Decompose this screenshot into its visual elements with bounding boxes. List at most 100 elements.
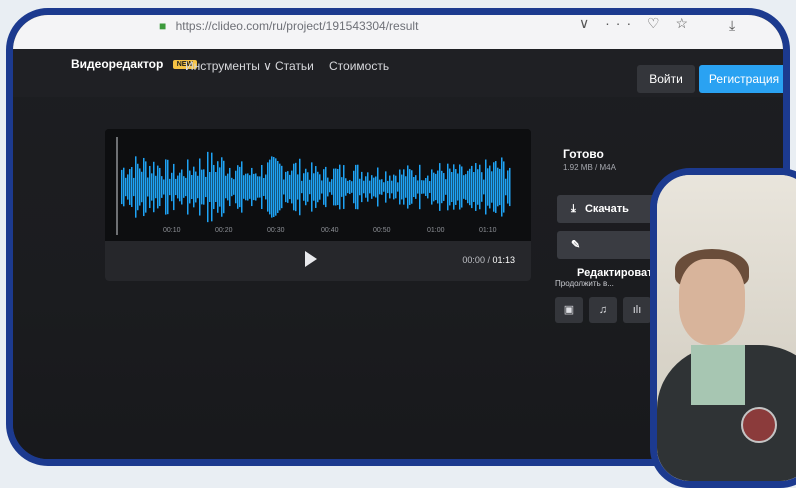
audio-player: 00:10 00:20 00:30 00:40 00:50 01:00 01:1… [105, 129, 531, 281]
waveform-bar [413, 176, 415, 198]
waveform-bar [145, 161, 147, 213]
waveform-bar [211, 152, 213, 222]
waveform-bar [481, 172, 483, 202]
waveform-bar [283, 179, 285, 195]
tick-label: 01:00 [427, 227, 445, 234]
waveform-bar [453, 164, 455, 210]
waveform-bar [347, 180, 349, 194]
nav-tools[interactable]: Инструменты ∨ [185, 59, 272, 73]
waveform-bar [459, 164, 461, 210]
waveform-bar [377, 167, 379, 207]
waveform-bar [421, 180, 423, 194]
waveform-bar [133, 177, 135, 197]
waveform-bar [163, 179, 165, 195]
continue-music-button[interactable]: ♫ [589, 297, 617, 323]
waveform-bar [323, 169, 325, 205]
waveform-bar [153, 161, 155, 213]
tick-label: 00:20 [215, 227, 233, 234]
lock-icon: ■ [159, 19, 167, 33]
music-icon: ♫ [598, 304, 608, 316]
waveform-bar [227, 173, 229, 201]
waveform-bar [285, 171, 287, 203]
waveform-bar [485, 159, 487, 215]
waveform-bar [271, 156, 273, 218]
waveform-bar [245, 173, 247, 201]
waveform-bar [207, 151, 209, 223]
waveform-bar [503, 161, 505, 213]
waveform-bar [501, 157, 503, 217]
waveform-bar [365, 176, 367, 198]
audio-wave-icon: ılı [632, 304, 642, 316]
waveform-bar [215, 172, 217, 202]
waveform-bar [393, 174, 395, 200]
waveform-bar [507, 170, 509, 204]
waveform-bar [273, 156, 275, 218]
waveform-bar [425, 178, 427, 196]
video-icon: ▣ [563, 304, 575, 316]
pencil-icon: ✎ [571, 239, 581, 251]
waveform-bar [159, 167, 161, 207]
waveform-bar [387, 180, 389, 194]
continue-audio-button[interactable]: ılı [623, 297, 651, 323]
waveform-bar [391, 180, 393, 194]
waveform-bar [429, 181, 431, 193]
tick-label: 00:50 [373, 227, 391, 234]
download-icon: ⤓ [571, 203, 576, 215]
waveform-bar [363, 180, 365, 194]
play-icon[interactable] [305, 251, 317, 267]
waveform-bar [369, 180, 371, 194]
browser-download-icon[interactable]: ⤓ [729, 17, 735, 34]
status-title: Готово [563, 147, 604, 161]
waveform-bar [289, 174, 291, 200]
waveform-bar [201, 169, 203, 205]
photo-person-face [679, 259, 745, 345]
waveform-bar [401, 174, 403, 200]
waveform-area[interactable]: 00:10 00:20 00:30 00:40 00:50 01:00 01:1… [105, 129, 531, 241]
download-label: Скачать [584, 203, 629, 215]
waveform-bar [493, 162, 495, 212]
waveform-bar [487, 168, 489, 206]
waveform-bar [199, 158, 201, 216]
waveform-bar [333, 168, 335, 206]
waveform-bar [431, 169, 433, 205]
waveform-bar [483, 179, 485, 195]
waveform-bar [371, 175, 373, 199]
waveform-bar [223, 160, 225, 214]
waveform-bar [349, 179, 351, 195]
waveform-bar [461, 166, 463, 208]
continue-video-button[interactable]: ▣ [555, 297, 583, 323]
waveform-bar [435, 173, 437, 201]
waveform-bar [415, 175, 417, 199]
waveform-bar [257, 176, 259, 198]
nav-pricing[interactable]: Стоимость [329, 59, 389, 73]
waveform-bar [441, 170, 443, 204]
waveform-bar [477, 169, 479, 205]
nav-articles[interactable]: Статьи [275, 59, 314, 73]
register-button[interactable]: Регистрация [699, 65, 783, 93]
time-current: 00:00 [462, 255, 485, 265]
waveform-bar [331, 179, 333, 195]
waveform-bar [137, 163, 139, 211]
app-navbar: Видеоредактор NEW Инструменты ∨ Статьи С… [13, 49, 783, 97]
browser-address-bar: ■ https://clideo.com/ru/project/19154330… [13, 15, 783, 50]
waveform-bar [439, 163, 441, 211]
login-button[interactable]: Войти [637, 65, 695, 93]
waveform-bar [205, 176, 207, 198]
waveform-bar [301, 180, 303, 194]
waveform-bar [187, 159, 189, 215]
waveform-bar [399, 169, 401, 205]
waveform-bar [351, 181, 353, 193]
waveform-bar [157, 165, 159, 209]
waveform-bar [235, 170, 237, 204]
time-readout: 00:00 / 01:13 [462, 255, 515, 265]
waveform-bar [269, 159, 271, 215]
browser-controls[interactable]: ∨ ··· ♡ ☆ [579, 15, 694, 32]
waveform-bar [267, 162, 269, 212]
waveform-bar [345, 178, 347, 196]
player-controls: 00:00 / 01:13 [105, 241, 531, 281]
waveform-bar [341, 177, 343, 197]
waveform-bar [457, 173, 459, 201]
logo[interactable]: Видеоредактор NEW [71, 57, 198, 71]
waveform-bar [297, 174, 299, 200]
waveform-bar [395, 175, 397, 199]
